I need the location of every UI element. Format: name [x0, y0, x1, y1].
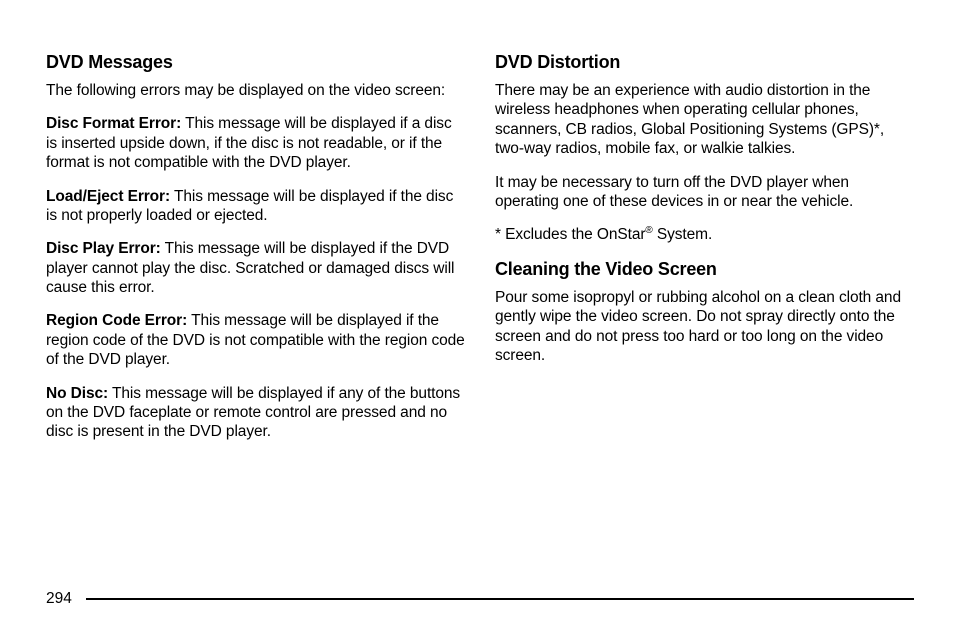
error-item-disc-play: Disc Play Error: This message will be di… — [46, 239, 465, 297]
left-column: DVD Messages The following errors may be… — [46, 52, 465, 456]
onstar-footnote: * Excludes the OnStar® System. — [495, 225, 914, 245]
registered-mark-icon: ® — [645, 225, 652, 236]
heading-dvd-messages: DVD Messages — [46, 52, 465, 73]
error-term: Load/Eject Error: — [46, 188, 170, 205]
error-term: No Disc: — [46, 385, 108, 402]
heading-dvd-distortion: DVD Distortion — [495, 52, 914, 73]
error-term: Disc Play Error: — [46, 240, 161, 257]
error-desc: This message will be displayed if any of… — [46, 385, 460, 441]
error-item-load-eject: Load/Eject Error: This message will be d… — [46, 187, 465, 226]
heading-cleaning-screen: Cleaning the Video Screen — [495, 259, 914, 280]
page-columns: DVD Messages The following errors may be… — [46, 52, 914, 456]
intro-text: The following errors may be displayed on… — [46, 81, 465, 100]
page-number: 294 — [46, 590, 72, 608]
footnote-pre: * Excludes the OnStar — [495, 226, 645, 243]
error-item-disc-format: Disc Format Error: This message will be … — [46, 114, 465, 172]
right-column: DVD Distortion There may be an experienc… — [495, 52, 914, 456]
distortion-para-2: It may be necessary to turn off the DVD … — [495, 173, 914, 212]
footnote-post: System. — [653, 226, 713, 243]
footer-rule — [86, 598, 914, 599]
error-item-region-code: Region Code Error: This message will be … — [46, 311, 465, 369]
error-item-no-disc: No Disc: This message will be displayed … — [46, 384, 465, 442]
page-footer: 294 — [46, 590, 914, 608]
error-term: Region Code Error: — [46, 312, 187, 329]
cleaning-para: Pour some isopropyl or rubbing alcohol o… — [495, 288, 914, 366]
error-term: Disc Format Error: — [46, 115, 181, 132]
distortion-para-1: There may be an experience with audio di… — [495, 81, 914, 159]
